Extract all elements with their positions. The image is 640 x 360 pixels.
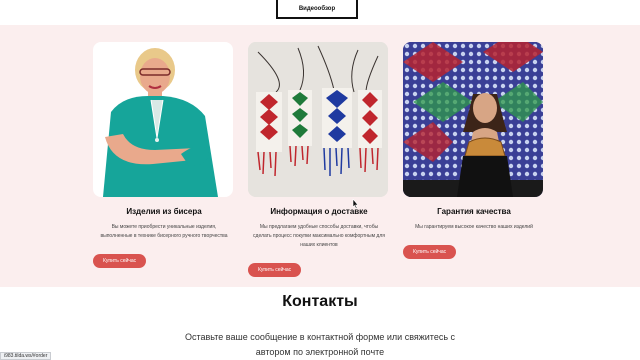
status-bar-url: i983.tilda.ws/#order — [0, 352, 52, 360]
card-description: Мы гарантируем высокое качество наших из… — [415, 224, 533, 230]
video-review-button[interactable]: Видеообзор — [276, 0, 358, 19]
card-quality: Гарантия качества Мы гарантируем высокое… — [403, 42, 545, 259]
contacts-heading: Контакты — [282, 293, 358, 310]
buy-now-button[interactable]: Купить сейчас — [93, 254, 147, 268]
card-beadwork: Изделия из бисера Вы можете приобрести у… — [93, 42, 235, 268]
top-strip: Видеообзор — [0, 0, 640, 25]
features-section: Изделия из бисера Вы можете приобрести у… — [0, 25, 640, 287]
card-description: Мы предлагаем удобные способы доставки, … — [253, 224, 385, 248]
buy-now-button[interactable]: Купить сейчас — [248, 263, 302, 277]
card-title: Изделия из бисера — [126, 207, 202, 216]
contacts-text: Оставьте ваше сообщение в контактной фор… — [184, 332, 456, 357]
mouse-cursor-icon — [352, 199, 359, 209]
model-photo — [403, 42, 543, 197]
buy-now-button[interactable]: Купить сейчас — [403, 245, 457, 259]
author-photo — [93, 42, 233, 197]
card-delivery: Информация о доставке Мы предлагаем удоб… — [248, 42, 390, 277]
card-description: Вы можете приобрести уникальные изделия,… — [100, 224, 228, 239]
contacts-section: Контакты Оставьте ваше сообщение в конта… — [0, 287, 640, 360]
card-title: Гарантия качества — [437, 207, 511, 216]
card-title: Информация о доставке — [270, 207, 368, 216]
beaded-pendants-photo — [248, 42, 388, 197]
